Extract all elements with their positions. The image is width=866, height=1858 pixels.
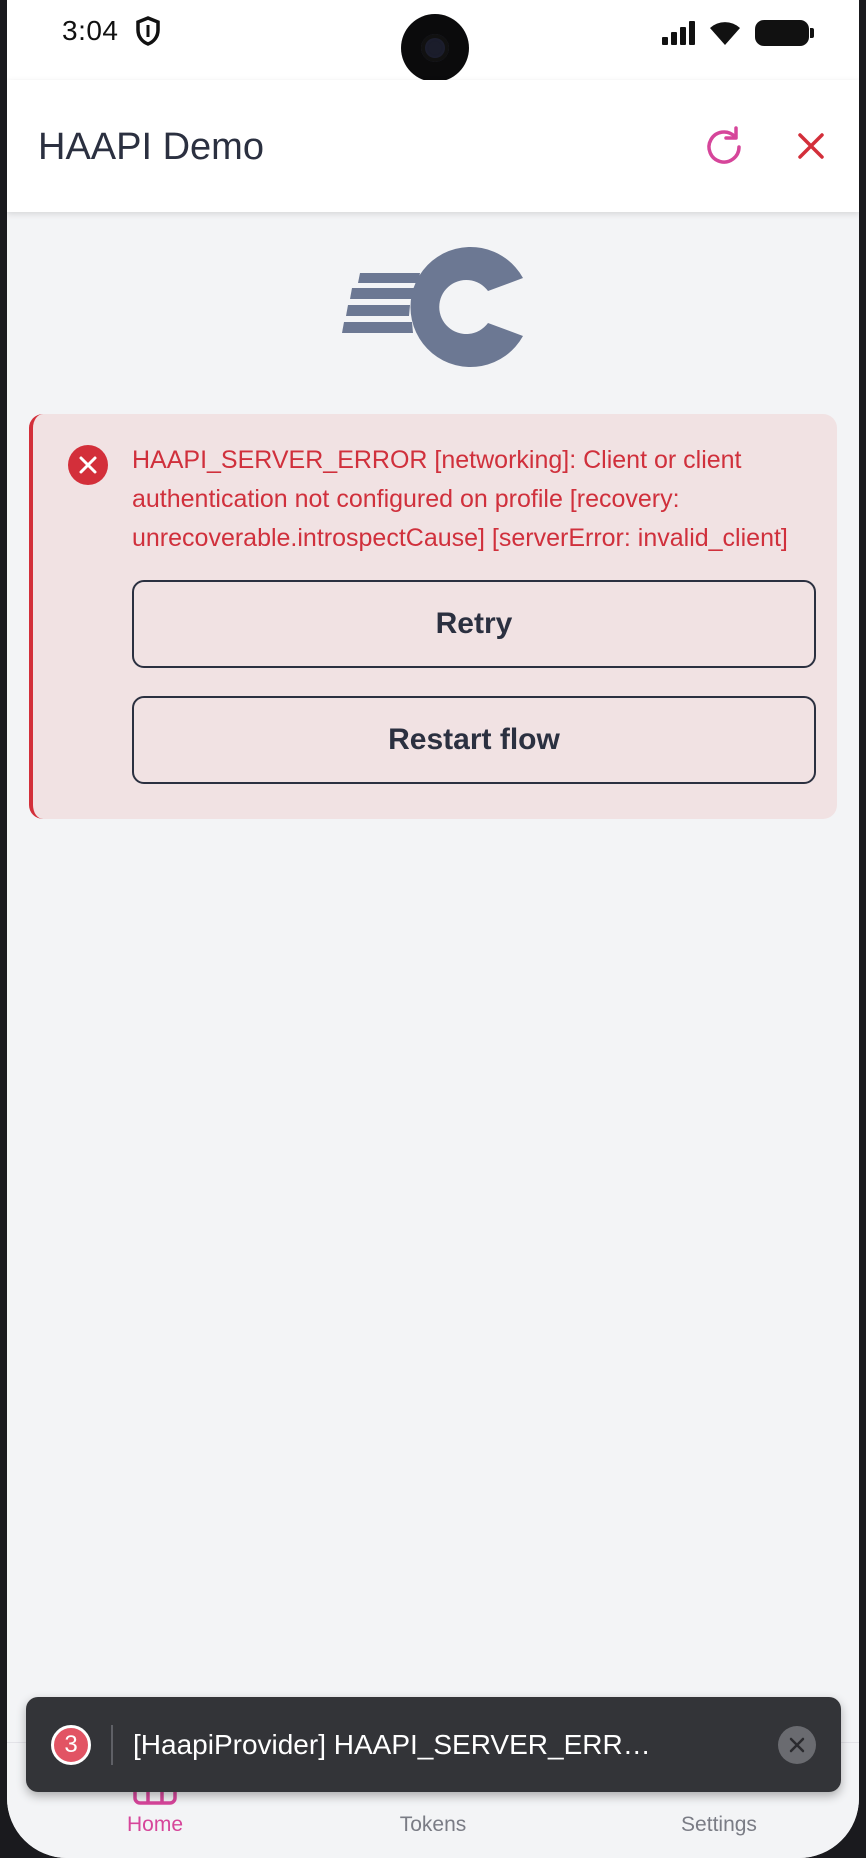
close-icon[interactable]: [791, 126, 831, 166]
screen: 3:04 HAAPI Demo HAAPI_SERVER_ERROR [netw…: [7, 0, 859, 1858]
status-time: 3:04: [62, 15, 119, 46]
error-alert: HAAPI_SERVER_ERROR [networking]: Client …: [29, 414, 837, 819]
app-bar: HAAPI Demo: [7, 80, 859, 212]
dismiss-icon[interactable]: [777, 1725, 817, 1765]
nav-label-home: Home: [126, 1813, 184, 1836]
shield-icon: [136, 16, 160, 46]
status-bar: 3:04: [7, 0, 859, 82]
page-title: HAAPI Demo: [38, 126, 264, 168]
battery-icon: [755, 20, 814, 46]
front-camera: [401, 14, 469, 82]
wifi-icon: [710, 22, 740, 45]
retry-button[interactable]: Retry: [132, 580, 816, 668]
nav-label-tokens: Tokens: [399, 1813, 467, 1836]
notification-count-badge: 3: [51, 1725, 91, 1765]
error-snackbar[interactable]: 3 [HaapiProvider] HAAPI_SERVER_ERROR [ne…: [26, 1697, 841, 1792]
signal-icon: [662, 21, 695, 45]
snackbar-divider: [111, 1725, 113, 1765]
error-icon: [68, 445, 108, 485]
error-message: HAAPI_SERVER_ERROR [networking]: Client …: [132, 446, 788, 552]
phone-frame: 3:04 HAAPI Demo HAAPI_SERVER_ERROR [netw…: [0, 0, 866, 1858]
camera-lens: [421, 34, 449, 62]
nav-label-settings: Settings: [681, 1813, 757, 1836]
reload-icon[interactable]: [701, 124, 747, 170]
curity-logo: [342, 247, 523, 367]
status-icons: [662, 18, 814, 48]
snackbar-message: [HaapiProvider] HAAPI_SERVER_ERROR [netw…: [133, 1729, 653, 1760]
restart-flow-button[interactable]: Restart flow: [132, 696, 816, 784]
